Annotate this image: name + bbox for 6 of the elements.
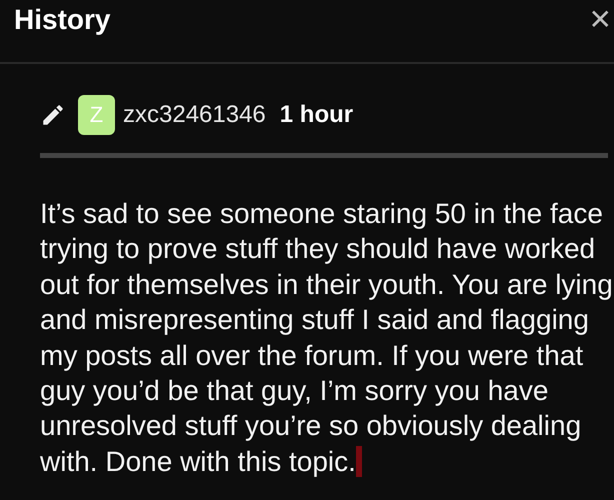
revision-age: 1 hour (280, 101, 354, 129)
username: zxc32461346 (123, 101, 266, 129)
user-avatar: Z (78, 95, 115, 135)
close-button[interactable]: ✕ (588, 6, 612, 34)
window-title: History (14, 4, 110, 36)
post-text: It’s sad to see someone staring 50 in the face trying to prove stuff they should have worked out for themselves in their youth. You are lying and misrepresenting stuff I said and flagging my posts all over the forum. If you were that guy you’d be that guy, I’m sorry you have unresolved stuff you’re so obviously dealing with. Done with this topic. (40, 197, 614, 479)
